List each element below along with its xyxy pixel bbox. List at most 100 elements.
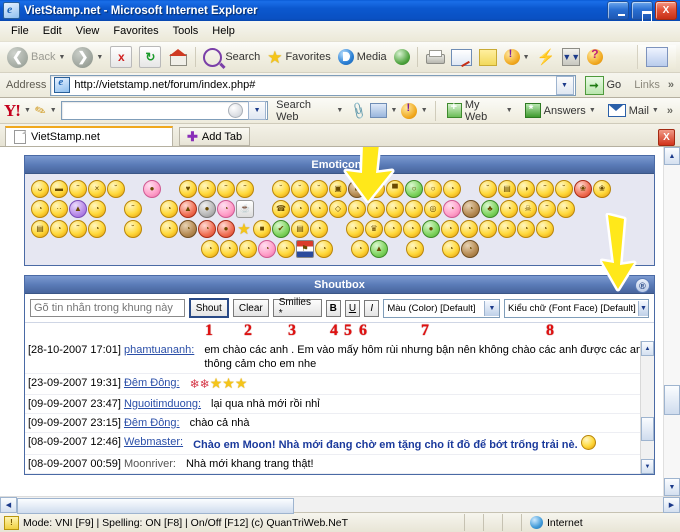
emoticon-icon[interactable]: ◔ xyxy=(367,200,385,218)
menu-item-edit[interactable]: Edit xyxy=(36,23,69,39)
emoticon-icon[interactable]: ˜ xyxy=(217,180,235,198)
links-label[interactable]: Links xyxy=(630,79,664,91)
emoticon-icon[interactable]: ˘ xyxy=(272,180,290,198)
emoticon-icon[interactable]: ◔ xyxy=(517,220,535,238)
emoticon-icon[interactable]: ◔ xyxy=(217,200,235,218)
emoticon-icon[interactable]: ◔ xyxy=(557,200,575,218)
answers-button[interactable]: Answers ▼ xyxy=(521,102,600,119)
emoticon-icon[interactable]: ★ xyxy=(236,221,252,237)
paperclip-icon[interactable]: 📎 xyxy=(349,101,369,121)
emoticon-icon[interactable]: ● xyxy=(143,180,161,198)
search-web-button[interactable]: Search Web ▼ xyxy=(272,98,347,124)
emoticon-icon[interactable]: ◔ xyxy=(536,220,554,238)
emoticon-icon[interactable]: ▤ xyxy=(498,180,516,198)
emoticon-icon[interactable]: ○ xyxy=(424,180,442,198)
emoticon-icon[interactable]: ❀ xyxy=(574,180,592,198)
emoticon-icon[interactable]: ◔ xyxy=(50,220,68,238)
message-username[interactable]: Đêm Đông: xyxy=(121,417,180,429)
yahoo-small-icon[interactable] xyxy=(401,102,417,119)
back-button[interactable]: ❮ Back ▼ xyxy=(4,44,68,70)
emoticon-icon[interactable]: ◔ xyxy=(310,220,328,238)
yahoo-logo-chevron-down-icon[interactable]: ▼ xyxy=(24,107,31,114)
menu-item-tools[interactable]: Tools xyxy=(166,23,206,39)
close-button[interactable]: X xyxy=(655,1,677,20)
yahoo-chevron-down-icon[interactable]: ▼ xyxy=(523,54,530,61)
emoticon-icon[interactable]: ▤ xyxy=(291,220,309,238)
yahoo-logo-icon[interactable]: Y! xyxy=(4,102,21,119)
shoutbox-scroll-thumb[interactable] xyxy=(641,417,654,441)
close-toolbar-button[interactable]: X xyxy=(658,129,675,146)
tabs-icon[interactable] xyxy=(370,103,387,118)
emoticon-icon[interactable]: ◔ xyxy=(479,220,497,238)
emoticon-icon[interactable]: ▲ xyxy=(370,240,388,258)
emoticon-icon[interactable]: ˜ xyxy=(236,180,254,198)
emoticon-icon[interactable]: ◔ xyxy=(442,240,460,258)
emoticon-icon[interactable]: ◔ xyxy=(461,240,479,258)
pencil-icon[interactable]: ✎ xyxy=(32,101,48,120)
emoticon-icon[interactable]: ▤ xyxy=(31,220,49,238)
emoticon-icon[interactable]: ✔ xyxy=(272,220,290,238)
menu-item-help[interactable]: Help xyxy=(205,23,242,39)
emoticon-icon[interactable]: ◇ xyxy=(329,200,347,218)
emoticon-icon[interactable]: ◔ xyxy=(498,220,516,238)
menu-item-favorites[interactable]: Favorites xyxy=(106,23,165,39)
history-button[interactable] xyxy=(391,44,413,70)
emoticon-icon[interactable]: ▬ xyxy=(50,180,68,198)
emoticon-icon[interactable]: ˜ xyxy=(69,180,87,198)
emoticon-icon[interactable]: ᴗ xyxy=(31,180,49,198)
hscroll-right-button[interactable]: ▶ xyxy=(663,496,680,513)
emoticon-icon[interactable]: ☠ xyxy=(519,200,537,218)
emoticon-icon[interactable]: ◔ xyxy=(88,220,106,238)
add-tab-button[interactable]: ✚ Add Tab xyxy=(179,127,251,146)
emoticon-icon[interactable]: ◔ xyxy=(460,220,478,238)
emoticon-icon[interactable]: ◔ xyxy=(406,240,424,258)
emoticon-icon[interactable]: ◔ xyxy=(258,240,276,258)
emoticon-icon[interactable]: ◔ xyxy=(315,240,333,258)
emoticon-icon[interactable]: ˘ xyxy=(124,220,142,238)
emoticon-icon[interactable]: ◔ xyxy=(384,220,402,238)
tab-vietstamp[interactable]: VietStamp.net xyxy=(5,126,173,146)
emoticon-icon[interactable]: ◔ xyxy=(277,240,295,258)
note-button[interactable] xyxy=(476,44,500,70)
emoticon-icon[interactable]: ● xyxy=(198,200,216,218)
stop-button[interactable]: x xyxy=(107,44,135,70)
emoticon-icon[interactable]: ◔ xyxy=(198,180,216,198)
emoticon-icon[interactable]: ·· xyxy=(50,200,68,218)
clear-button[interactable]: Clear xyxy=(232,299,269,317)
emoticon-icon[interactable]: ˘ xyxy=(555,180,573,198)
emoticon-icon[interactable]: ♥ xyxy=(179,180,197,198)
emoticon-icon[interactable]: ◔ xyxy=(462,200,480,218)
lightning-button[interactable]: ⚡ xyxy=(534,44,559,70)
toolbar-overflow-icon[interactable]: » xyxy=(668,79,677,91)
yahoo-search-wrapper[interactable]: ▼ xyxy=(60,101,269,120)
emoticon-icon[interactable]: ◔ xyxy=(348,200,366,218)
emoticon-icon[interactable]: ◔ xyxy=(403,220,421,238)
emoticon-icon[interactable]: ˜ xyxy=(538,200,556,218)
emoticon-icon[interactable]: ˘ xyxy=(310,180,328,198)
page-scroll-up-button[interactable]: ▲ xyxy=(664,147,680,165)
emoticon-icon[interactable]: ◔ xyxy=(441,220,459,238)
emoticon-icon[interactable]: ⚑ xyxy=(296,240,314,258)
answers-chevron-down-icon[interactable]: ▼ xyxy=(589,107,596,114)
emoticon-icon[interactable]: ˜ xyxy=(69,220,87,238)
emoticon-icon[interactable]: ◔ xyxy=(201,240,219,258)
menu-item-view[interactable]: View xyxy=(69,23,107,39)
emoticon-icon[interactable]: ◔ xyxy=(405,200,423,218)
emoticon-icon[interactable]: ☎ xyxy=(272,200,290,218)
emoticon-icon[interactable]: ˘ xyxy=(367,180,385,198)
edit-button[interactable] xyxy=(448,44,475,70)
my-web-button[interactable]: My Web ▼ xyxy=(443,98,517,124)
message-username[interactable]: Nguoitimduong: xyxy=(121,398,201,410)
download-button[interactable]: ▼▼ xyxy=(559,44,583,70)
emoticon-icon[interactable]: ◔ xyxy=(443,200,461,218)
emoticon-icon[interactable]: ♣ xyxy=(481,200,499,218)
emoticon-icon[interactable]: ▀ xyxy=(386,180,404,198)
smilies-button[interactable]: Smilies * xyxy=(272,297,322,319)
address-input-wrapper[interactable]: http://vietstamp.net/forum/index.php# ▼ xyxy=(50,74,576,96)
emoticon-icon[interactable]: ♛ xyxy=(365,220,383,238)
emoticon-icon[interactable]: ˘ xyxy=(107,180,125,198)
shoutbox-scrollbar[interactable]: ▲ ▼ xyxy=(640,341,654,474)
emoticon-icon[interactable]: ● xyxy=(217,220,235,238)
yahoo-overflow-icon[interactable]: » xyxy=(667,105,676,117)
emoticon-icon[interactable]: ◔ xyxy=(31,200,49,218)
